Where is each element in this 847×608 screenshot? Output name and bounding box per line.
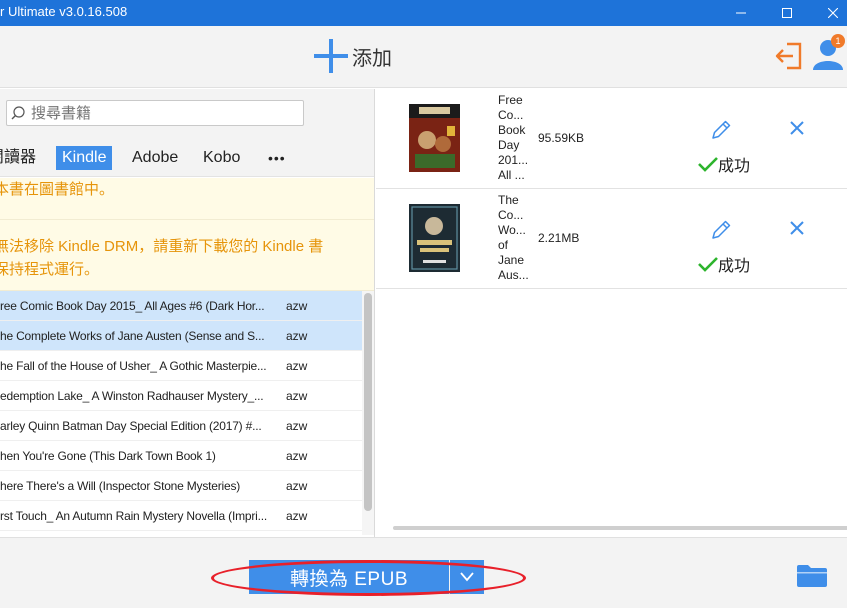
converted-item: Free Co... Book Day 201... All ... 95.59… <box>376 89 847 189</box>
book-cover <box>409 104 460 172</box>
title-line: Aus... <box>498 268 529 282</box>
edit-icon[interactable] <box>710 219 732 241</box>
logout-button[interactable] <box>775 42 803 75</box>
account-button[interactable]: 1 <box>812 34 846 77</box>
converted-item: The Co... Wo... of Jane Aus... 2.21MB 成功 <box>376 189 847 289</box>
search-box[interactable] <box>6 100 304 126</box>
book-list: ree Comic Book Day 2015_ All Ages #6 (Da… <box>0 291 362 537</box>
book-row[interactable]: rst Touch_ An Autumn Rain Mystery Novell… <box>0 501 362 531</box>
notice-in-library: 本書在圖書館中。 <box>0 178 374 220</box>
title-line: Day <box>498 138 520 152</box>
tab-kobo[interactable]: Kobo <box>203 146 240 170</box>
book-title: he Fall of the House of Usher_ A Gothic … <box>0 359 267 373</box>
converted-panel: Free Co... Book Day 201... All ... 95.59… <box>376 89 847 537</box>
book-format: azw <box>286 479 308 493</box>
tab-more[interactable]: ••• <box>268 146 286 170</box>
search-icon <box>11 106 25 120</box>
tab-reader[interactable]: 閱讀器 <box>0 146 36 170</box>
checkmark-icon <box>698 157 718 172</box>
title-line: Free <box>498 93 523 107</box>
remove-icon[interactable] <box>790 121 804 135</box>
title-line: 201... <box>498 153 529 167</box>
status-success: 成功 <box>698 252 750 276</box>
tab-kindle[interactable]: Kindle <box>56 146 113 170</box>
book-title: hen You're Gone (This Dark Town Book 1) <box>0 449 216 463</box>
close-icon <box>828 8 838 18</box>
window-title: r Ultimate v3.0.16.508 <box>0 4 128 19</box>
book-title: here There's a Will (Inspector Stone Mys… <box>0 479 241 493</box>
book-format: azw <box>286 329 308 343</box>
book-row[interactable]: he Fall of the House of Usher_ A Gothic … <box>0 351 362 381</box>
book-title: edemption Lake_ A Winston Radhauser Myst… <box>0 389 264 403</box>
horizontal-scrollbar[interactable] <box>393 526 847 530</box>
maximize-icon <box>782 8 792 18</box>
file-size: 95.59KB <box>538 131 585 145</box>
plus-icon <box>314 39 348 73</box>
library-panel: 閱讀器 Kindle Adobe Kobo ••• 本書在圖書館中。 無法移除 … <box>0 89 375 537</box>
file-size: 2.21MB <box>538 231 580 245</box>
book-row[interactable]: here There's a Will (Inspector Stone Mys… <box>0 471 362 501</box>
book-row[interactable]: arley Quinn Batman Day Special Edition (… <box>0 411 362 441</box>
title-bar: r Ultimate v3.0.16.508 <box>0 0 847 26</box>
remove-icon[interactable] <box>790 221 804 235</box>
book-format: azw <box>286 509 308 523</box>
title-line: The <box>498 193 519 207</box>
book-cover <box>409 204 460 272</box>
book-title: The Co... Wo... of Jane Aus... <box>498 193 532 283</box>
notification-count: 1 <box>835 36 841 46</box>
maximize-button[interactable] <box>764 0 810 26</box>
title-line: Co... <box>498 208 524 222</box>
bottom-bar: 轉換為 EPUB <box>0 537 847 608</box>
book-title: Free Co... Book Day 201... All ... <box>498 93 532 183</box>
minimize-icon <box>736 12 746 14</box>
book-list-scrollbar[interactable] <box>362 291 374 535</box>
title-line: Wo... <box>498 223 526 237</box>
close-window-button[interactable] <box>810 0 847 26</box>
book-format: azw <box>286 449 308 463</box>
logout-icon <box>775 42 802 70</box>
title-line: All ... <box>498 168 525 182</box>
toolbar: 添加 1 <box>0 26 847 88</box>
notice-text: 無法移除 Kindle DRM，請重新下載您的 Kindle 書 <box>0 238 324 255</box>
highlight-annotation <box>211 560 526 596</box>
edit-icon[interactable] <box>710 119 732 141</box>
checkmark-icon <box>698 257 718 272</box>
minimize-button[interactable] <box>718 0 764 26</box>
status-text: 成功 <box>718 258 751 275</box>
notice-text: 本書在圖書館中。 <box>0 181 115 198</box>
book-row[interactable]: edemption Lake_ A Winston Radhauser Myst… <box>0 381 362 411</box>
book-format: azw <box>286 419 308 433</box>
title-line: Book <box>498 123 526 137</box>
book-title: he Complete Works of Jane Austen (Sense … <box>0 329 265 343</box>
notification-badge: 1 <box>831 34 845 48</box>
source-tabs: 閱讀器 Kindle Adobe Kobo ••• <box>0 137 374 177</box>
book-title: rst Touch_ An Autumn Rain Mystery Novell… <box>0 509 268 523</box>
scrollbar-thumb[interactable] <box>364 293 372 511</box>
title-line: of <box>498 238 509 252</box>
status-success: 成功 <box>698 152 750 176</box>
title-line: Jane <box>498 253 525 267</box>
book-title: ree Comic Book Day 2015_ All Ages #6 (Da… <box>0 299 265 313</box>
search-bar <box>0 89 374 137</box>
folder-icon[interactable] <box>797 565 827 587</box>
book-title: arley Quinn Batman Day Special Edition (… <box>0 419 262 433</box>
book-format: azw <box>286 359 308 373</box>
title-line: Co... <box>498 108 524 122</box>
book-format: azw <box>286 299 308 313</box>
book-row[interactable]: hen You're Gone (This Dark Town Book 1) a… <box>0 441 362 471</box>
notice-text: 保持程式運行。 <box>0 261 100 278</box>
search-input[interactable] <box>31 104 299 122</box>
book-row[interactable]: ree Comic Book Day 2015_ All Ages #6 (Da… <box>0 291 362 321</box>
notice-drm: 無法移除 Kindle DRM，請重新下載您的 Kindle 書 保持程式運行。 <box>0 220 374 291</box>
status-text: 成功 <box>718 158 751 175</box>
add-book-label: 添加 <box>352 47 392 70</box>
tab-adobe[interactable]: Adobe <box>132 146 178 170</box>
add-book-button[interactable]: 添加 <box>314 38 392 74</box>
book-format: azw <box>286 389 308 403</box>
book-row[interactable]: he Complete Works of Jane Austen (Sense … <box>0 321 362 351</box>
